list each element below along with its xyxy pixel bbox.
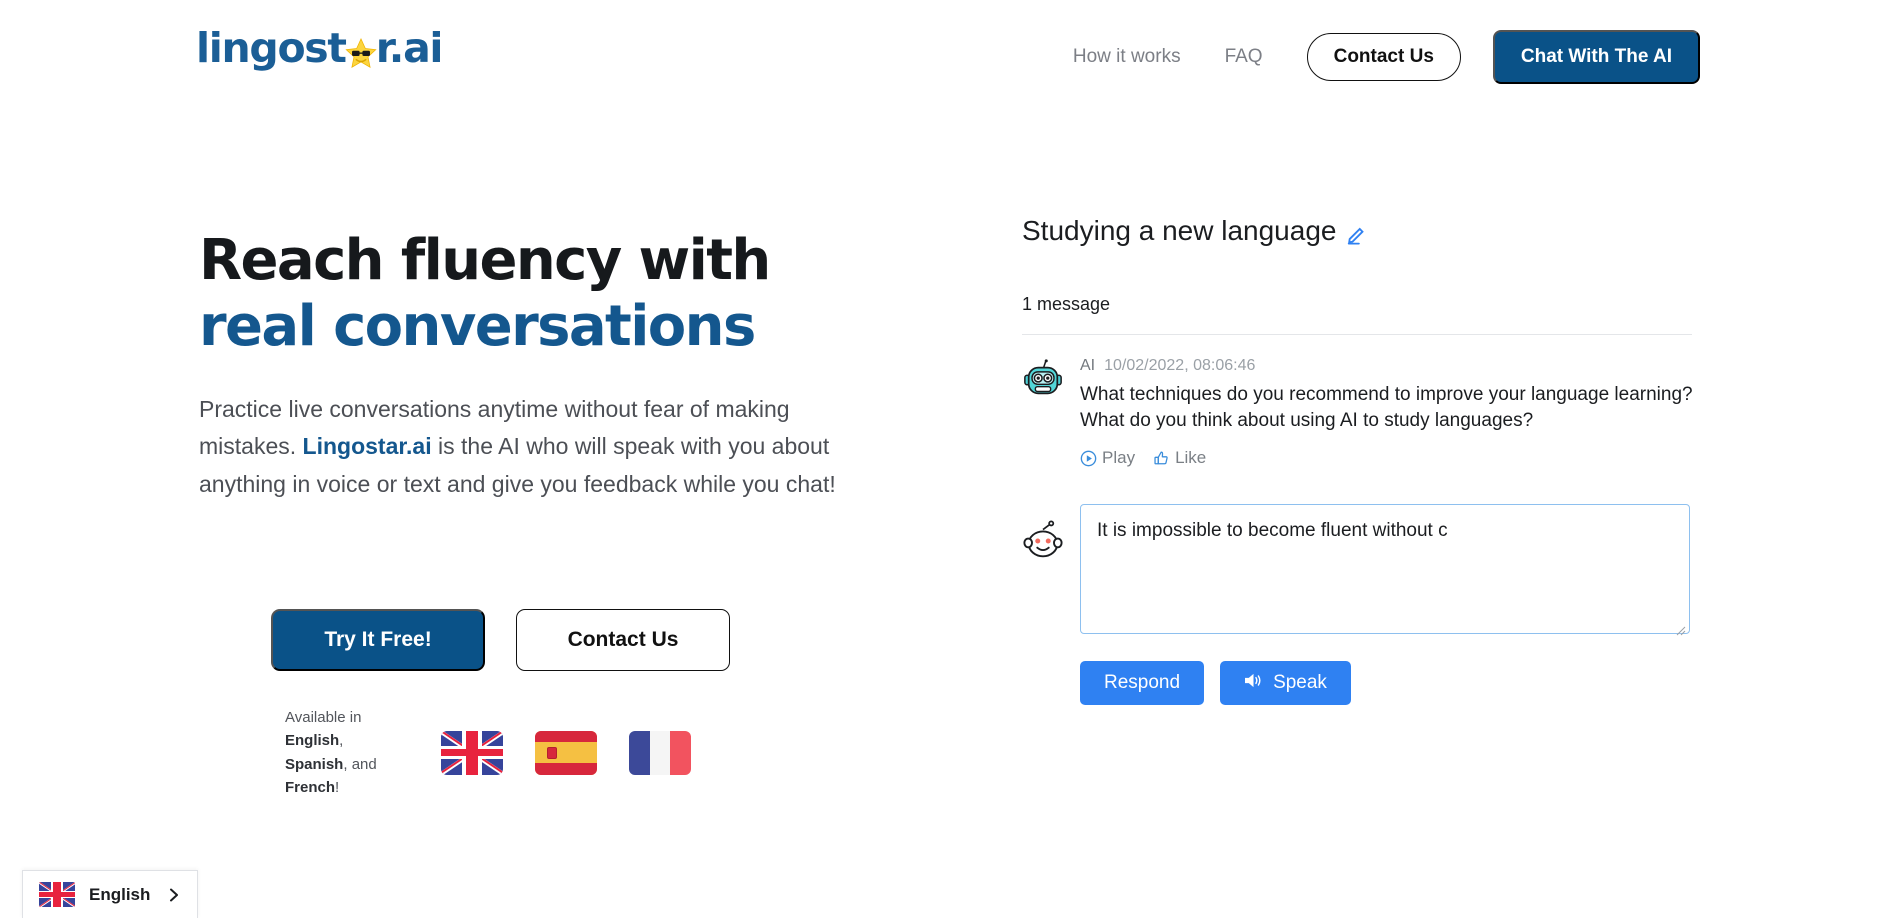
avail-sep1: , [339, 732, 344, 750]
main-nav: How it works FAQ Contact Us Chat With Th… [1051, 30, 1700, 84]
speak-button[interactable]: Speak [1220, 661, 1351, 706]
contact-us-hero-button[interactable]: Contact Us [516, 609, 730, 671]
respond-label: Respond [1104, 672, 1181, 694]
availability-row: Available in English, Spanish, and Frenc… [285, 706, 691, 799]
site-header: lingost r.ai How it works FAQ Contact Us… [0, 0, 1900, 110]
logo-text-before: lingost [196, 24, 347, 72]
message-meta: AI 10/02/2022, 08:06:46 [1080, 357, 1722, 375]
page-root: lingost r.ai How it works FAQ Contact Us… [0, 0, 1900, 918]
like-label: Like [1175, 448, 1207, 468]
logo-text-after: r.ai [375, 24, 444, 72]
textarea-wrapper [1080, 504, 1690, 639]
star-sunglasses-emoji [344, 33, 378, 68]
language-switcher[interactable]: English [22, 870, 198, 918]
uk-flag-icon [39, 882, 75, 907]
logo[interactable]: lingost r.ai [196, 24, 444, 72]
language-label: English [89, 884, 151, 904]
chat-panel: Studying a new language 1 message AI 10/… [1022, 215, 1722, 706]
conversation-title: Studying a new language [1022, 215, 1337, 246]
message-actions: Play Like [1080, 448, 1722, 468]
try-it-free-button[interactable]: Try It Free! [271, 609, 485, 671]
chat-message: AI 10/02/2022, 08:06:46 What techniques … [1022, 357, 1722, 468]
nav-how-it-works[interactable]: How it works [1051, 46, 1203, 68]
message-text: What techniques do you recommend to impr… [1080, 384, 1693, 432]
compose-buttons: Respond Speak [1080, 661, 1722, 706]
chat-with-ai-button[interactable]: Chat With The AI [1492, 30, 1700, 84]
availability-text: Available in English, Spanish, and Frenc… [285, 706, 403, 799]
user-avatar-icon [1022, 520, 1064, 562]
avail-lang-english: English [285, 732, 340, 750]
lingostar-link[interactable]: Lingostar.ai [303, 433, 432, 459]
avail-suffix: ! [335, 778, 340, 796]
conversation-title-row: Studying a new language [1022, 215, 1722, 247]
flag-list [441, 730, 691, 775]
headline-line-1: Reach fluency with [199, 228, 771, 293]
avail-lang-spanish: Spanish [285, 755, 344, 773]
avail-lang-french: French [285, 778, 336, 796]
chevron-right-icon[interactable] [167, 888, 181, 902]
message-timestamp: 10/02/2022, 08:06:46 [1104, 357, 1256, 374]
avail-sep2: , and [343, 755, 377, 773]
speaker-icon [1244, 672, 1263, 695]
hero-paragraph: Practice live conversations anytime with… [199, 391, 889, 503]
pencil-edit-icon[interactable] [1346, 220, 1368, 245]
robot-avatar-icon [1022, 359, 1064, 401]
nav-faq[interactable]: FAQ [1203, 46, 1285, 68]
play-label: Play [1102, 448, 1136, 468]
like-button[interactable]: Like [1153, 448, 1206, 468]
avail-prefix: Available in [285, 709, 362, 726]
hero-section: Reach fluency with real conversations Pr… [199, 228, 919, 503]
message-count: 1 message [1022, 294, 1111, 314]
play-button[interactable]: Play [1080, 448, 1135, 468]
divider [1022, 334, 1692, 335]
play-circle-icon [1080, 450, 1097, 467]
spain-flag-icon [535, 730, 597, 775]
speak-label: Speak [1273, 672, 1327, 694]
thumbs-up-icon [1153, 450, 1170, 467]
hero-cta-row: Try It Free! Contact Us [271, 609, 730, 671]
headline-line-2: real conversations [199, 293, 756, 359]
compose-textarea[interactable] [1080, 504, 1690, 635]
france-flag-icon [629, 730, 691, 775]
message-author: AI [1080, 357, 1096, 374]
message-body: AI 10/02/2022, 08:06:46 What techniques … [1080, 357, 1722, 468]
respond-button[interactable]: Respond [1080, 661, 1205, 706]
contact-us-nav-button[interactable]: Contact Us [1306, 33, 1461, 81]
page-title: Reach fluency with real conversations [199, 228, 919, 359]
compose-area [1022, 504, 1722, 639]
uk-flag-icon [441, 730, 503, 775]
